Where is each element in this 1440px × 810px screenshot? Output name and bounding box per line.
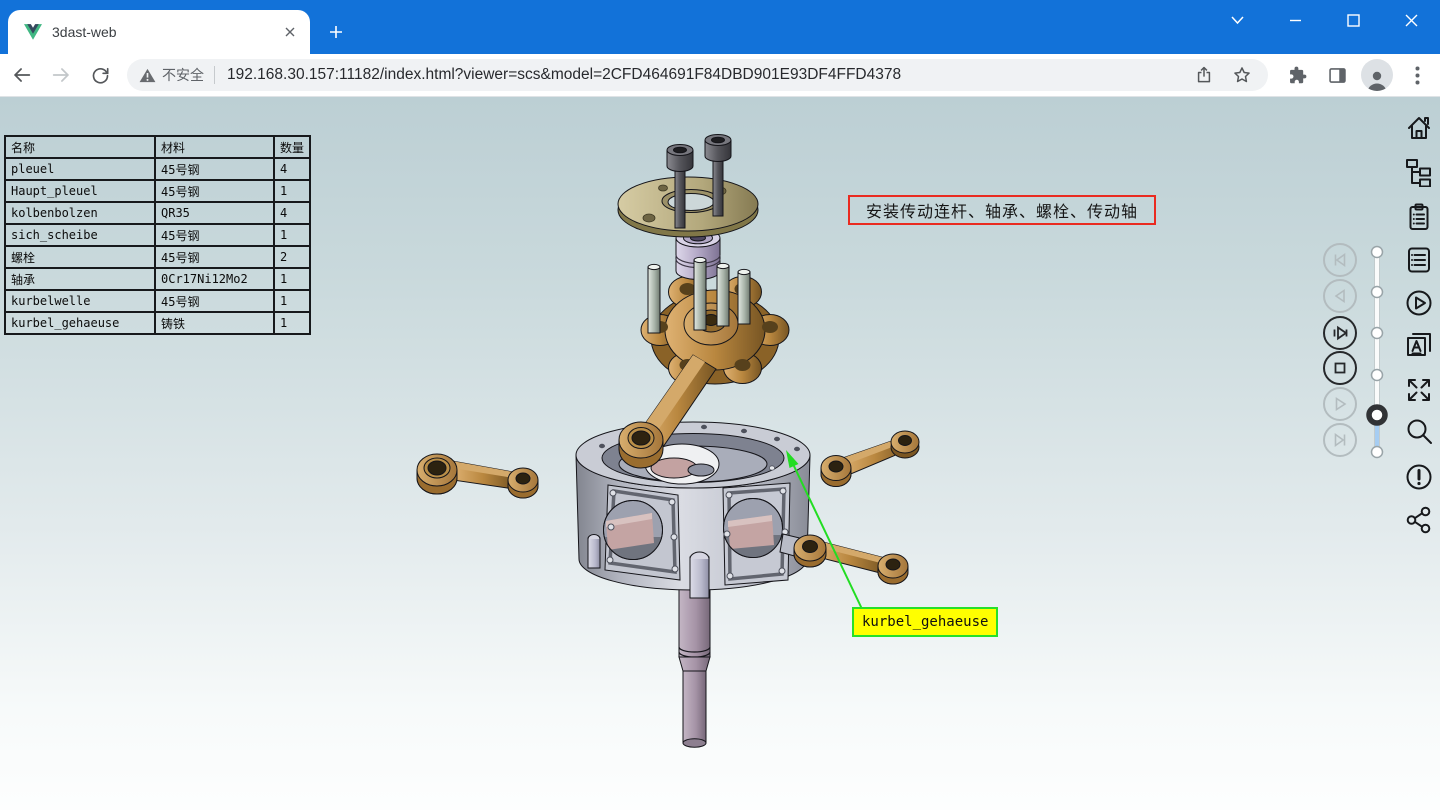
- table-row: kurbelwelle45号钢1: [5, 290, 310, 312]
- bom-header-qty: 数量: [274, 136, 310, 158]
- stop-button[interactable]: [1323, 351, 1357, 385]
- table-row: kolbenbolzenQR354: [5, 202, 310, 224]
- part-pleuel-lower-right[interactable]: [780, 534, 908, 584]
- skip-to-start-button[interactable]: [1323, 243, 1357, 277]
- part-pleuel-left[interactable]: [417, 454, 538, 498]
- bookmark-star-icon[interactable]: [1228, 61, 1256, 89]
- tab-title: 3dast-web: [52, 24, 280, 40]
- step-slider[interactable]: [1366, 245, 1390, 461]
- info-button[interactable]: [1401, 459, 1437, 495]
- omnibox-divider: [214, 66, 215, 84]
- back-button[interactable]: [5, 58, 39, 92]
- url-omnibox[interactable]: 不安全 192.168.30.157:11182/index.html?view…: [127, 59, 1268, 91]
- part-pleuel-upper-right[interactable]: [821, 431, 919, 487]
- not-secure-warning-icon: [139, 68, 156, 83]
- table-row: 轴承0Cr17Ni12Mo21: [5, 268, 310, 290]
- clipboard-list-button[interactable]: [1401, 199, 1437, 235]
- table-row: sich_scheibe45号钢1: [5, 224, 310, 246]
- new-tab-button[interactable]: [322, 18, 350, 46]
- part-kurbel-gehaeuse[interactable]: [576, 422, 810, 598]
- browser-toolbar: 不安全 192.168.30.157:11182/index.html?view…: [0, 54, 1440, 97]
- table-row: 螺栓45号钢2: [5, 246, 310, 268]
- bom-header-material: 材料: [155, 136, 274, 158]
- table-row: pleuel45号钢4: [5, 158, 310, 180]
- browser-tab[interactable]: 3dast-web: [8, 10, 310, 54]
- text-annotation-button[interactable]: [1401, 327, 1437, 363]
- tab-search-chevron-icon[interactable]: [1208, 0, 1266, 40]
- step-back-button[interactable]: [1323, 279, 1357, 313]
- window-close-button[interactable]: [1382, 0, 1440, 40]
- forward-button[interactable]: [44, 58, 78, 92]
- play-step-button[interactable]: [1323, 316, 1357, 350]
- bom-header-name: 名称: [5, 136, 155, 158]
- table-row: Haupt_pleuel45号钢1: [5, 180, 310, 202]
- play-button[interactable]: [1323, 387, 1357, 421]
- tab-close-icon[interactable]: [280, 22, 300, 42]
- kebab-menu-icon[interactable]: [1400, 58, 1434, 92]
- browser-titlebar: 3dast-web: [0, 0, 1440, 54]
- vue-favicon: [24, 24, 42, 40]
- url-text[interactable]: 192.168.30.157:11182/index.html?viewer=s…: [227, 66, 1180, 84]
- slider-thumb[interactable]: [1369, 407, 1385, 423]
- window-maximize-button[interactable]: [1324, 0, 1382, 40]
- part-label: kurbel_gehaeuse: [852, 607, 998, 637]
- share-page-icon[interactable]: [1190, 61, 1218, 89]
- steps-list-button[interactable]: [1401, 242, 1437, 278]
- profile-avatar[interactable]: [1360, 58, 1394, 92]
- share-nodes-button[interactable]: [1401, 502, 1437, 538]
- zoom-search-button[interactable]: [1401, 414, 1437, 450]
- play-circle-button[interactable]: [1401, 285, 1437, 321]
- skip-to-end-button[interactable]: [1323, 423, 1357, 457]
- security-label: 不安全: [162, 65, 204, 85]
- step-annotation: 安装传动连杆、轴承、螺栓、传动轴: [848, 195, 1156, 225]
- extensions-puzzle-icon[interactable]: [1280, 58, 1314, 92]
- model-tree-button[interactable]: [1401, 154, 1437, 190]
- fit-to-screen-button[interactable]: [1401, 372, 1437, 408]
- table-row: kurbel_gehaeuse铸铁1: [5, 312, 310, 334]
- reload-button[interactable]: [83, 58, 117, 92]
- bom-table: 名称 材料 数量 pleuel45号钢4 Haupt_pleuel45号钢1 k…: [4, 135, 311, 335]
- home-button[interactable]: [1401, 110, 1437, 146]
- window-minimize-button[interactable]: [1266, 0, 1324, 40]
- bom-header-row: 名称 材料 数量: [5, 136, 310, 158]
- side-panel-icon[interactable]: [1320, 58, 1354, 92]
- part-sich-scheibe[interactable]: [618, 177, 758, 237]
- cad-viewport: 名称 材料 数量 pleuel45号钢4 Haupt_pleuel45号钢1 k…: [0, 97, 1440, 810]
